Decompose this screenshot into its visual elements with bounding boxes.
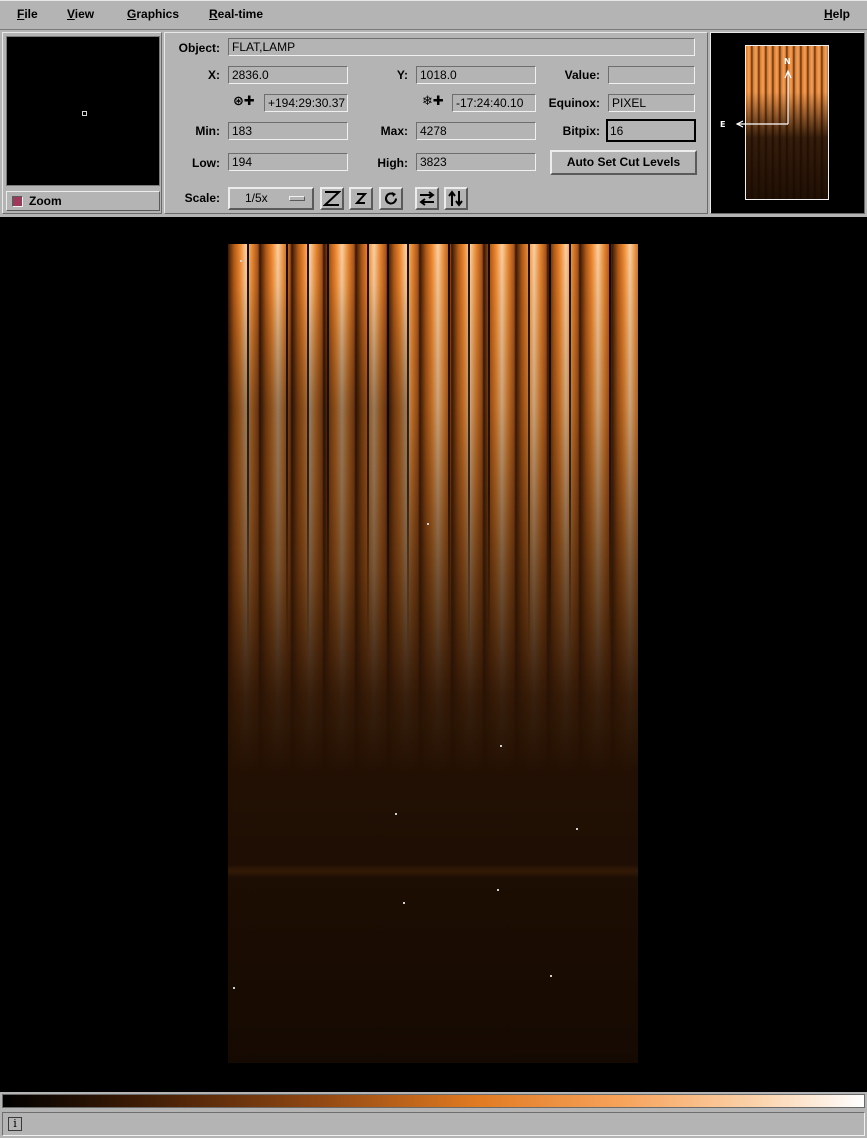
value-label: Value: <box>564 68 600 82</box>
slit-gap <box>468 244 470 654</box>
menu-realtime[interactable]: Real-time <box>209 7 263 21</box>
auto-set-cut-levels-button[interactable]: Auto Set Cut Levels <box>550 150 697 175</box>
slit-gap <box>609 244 611 654</box>
slit-gap <box>307 244 309 654</box>
slit-gap <box>327 244 329 654</box>
low-cut-field[interactable]: 194 <box>228 153 348 171</box>
menu-bar: File View Graphics Real-time Help <box>0 0 867 30</box>
value-field[interactable] <box>608 66 695 84</box>
zoom-out-icon <box>354 193 368 204</box>
cosmic-ray <box>497 889 499 891</box>
flip-y-icon <box>448 190 463 207</box>
cosmic-ray <box>395 813 397 815</box>
cosmic-ray <box>550 975 552 977</box>
object-label: Object: <box>178 41 220 55</box>
slit-gap <box>549 244 551 654</box>
zoom-in-icon <box>323 191 341 206</box>
bitpix-label: Bitpix: <box>562 124 600 138</box>
compass-icon: N E <box>720 57 792 129</box>
scale-label: Scale: <box>184 191 220 205</box>
east-label: E <box>720 120 725 129</box>
dec-field[interactable]: -17:24:40.10 <box>452 94 536 112</box>
cosmic-ray <box>403 902 405 904</box>
status-bar: i <box>2 1112 865 1136</box>
cosmic-ray <box>240 260 242 262</box>
pan-panel[interactable]: N E <box>710 32 865 214</box>
slit-gap <box>569 244 571 654</box>
zoom-in-button[interactable] <box>320 187 344 210</box>
slit-gap <box>286 244 288 654</box>
zoom-toggle-button[interactable]: Zoom <box>6 191 160 211</box>
min-label: Min: <box>195 124 220 138</box>
scale-option-menu[interactable]: 1/5x <box>228 187 314 210</box>
ra-wcs-icon: ⊛✚ <box>233 94 255 109</box>
info-icon[interactable]: i <box>8 1117 22 1131</box>
slit-gap <box>247 244 249 654</box>
zoom-view[interactable] <box>6 36 160 186</box>
max-label: Max: <box>380 124 408 138</box>
high-cut-field[interactable]: 3823 <box>416 153 536 171</box>
y-field[interactable]: 1018.0 <box>416 66 536 84</box>
slit-gap <box>528 244 530 654</box>
x-label: X: <box>208 68 220 82</box>
cosmic-ray <box>427 523 429 525</box>
zoom-cursor-marker <box>82 111 87 116</box>
x-field[interactable]: 2836.0 <box>228 66 348 84</box>
slit-gap <box>407 244 409 654</box>
slit-gap <box>387 244 389 654</box>
slit-gap <box>367 244 369 654</box>
slit-gap <box>448 244 450 654</box>
cosmic-ray <box>500 745 502 747</box>
zoom-out-button[interactable] <box>349 187 373 210</box>
bitpix-field[interactable]: 16 <box>606 119 696 142</box>
menu-graphics[interactable]: Graphics <box>127 7 179 21</box>
cosmic-ray <box>576 828 578 830</box>
equinox-field[interactable]: PIXEL <box>608 94 695 112</box>
slit-gap <box>488 244 490 654</box>
y-label: Y: <box>396 68 408 82</box>
image-shade-layer <box>228 244 408 1063</box>
fits-image[interactable] <box>228 244 638 1063</box>
ra-field[interactable]: +194:29:30.37 <box>264 94 348 112</box>
equinox-label: Equinox: <box>548 96 600 110</box>
menu-help[interactable]: Help <box>824 7 850 21</box>
zoom-checkbox[interactable] <box>12 196 23 207</box>
cosmic-ray <box>233 987 235 989</box>
flip-x-icon <box>419 191 435 206</box>
menu-view[interactable]: View <box>67 7 94 21</box>
flip-y-button[interactable] <box>444 187 468 210</box>
scale-value: 1/5x <box>245 191 268 205</box>
max-field[interactable]: 4278 <box>416 122 536 140</box>
low-label: Low: <box>192 156 220 170</box>
menu-file[interactable]: File <box>17 7 38 21</box>
zoom-label: Zoom <box>29 194 62 208</box>
north-label: N <box>784 57 791 66</box>
image-info-panel: Object: FLAT,LAMP X: 2836.0 Y: 1018.0 Va… <box>164 32 708 214</box>
flip-x-button[interactable] <box>415 187 439 210</box>
high-label: High: <box>377 156 408 170</box>
option-menu-indicator <box>289 196 305 201</box>
min-field[interactable]: 183 <box>228 122 348 140</box>
colorbar[interactable] <box>2 1094 865 1108</box>
rotate-icon <box>385 192 397 205</box>
rotate-button[interactable] <box>379 187 403 210</box>
zoom-panel: Zoom <box>2 32 162 214</box>
object-field[interactable]: FLAT,LAMP <box>228 38 695 56</box>
dec-wcs-icon: ❄✚ <box>422 94 444 109</box>
image-band <box>228 864 638 878</box>
image-canvas[interactable] <box>0 217 867 1092</box>
